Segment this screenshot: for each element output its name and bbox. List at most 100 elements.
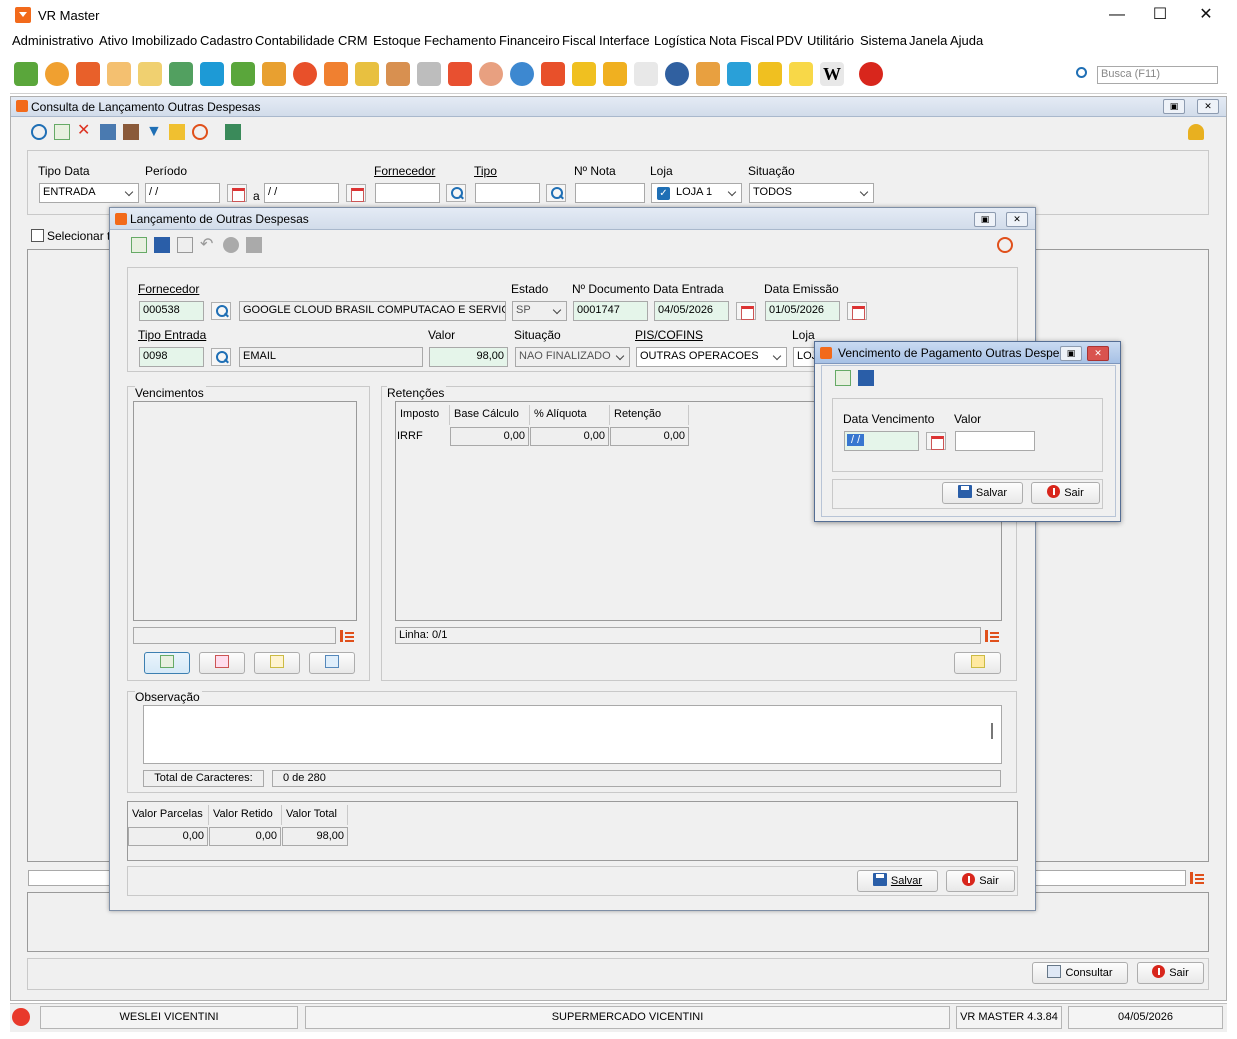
label-pis-cofins[interactable]: PIS/COFINS: [635, 328, 703, 342]
lancamento-sair-button[interactable]: Sair: [946, 870, 1015, 892]
cell-aliquota[interactable]: 0,00: [530, 427, 609, 446]
menu-ajuda[interactable]: Ajuda: [950, 33, 983, 48]
dialog-close-button[interactable]: ✕: [1087, 346, 1109, 361]
lookup-icon[interactable]: [446, 184, 466, 202]
undo-icon[interactable]: ↶: [200, 237, 216, 253]
lock-icon[interactable]: [758, 62, 782, 86]
restore-button[interactable]: ▣: [1060, 346, 1082, 361]
vencimento-salvar-button[interactable]: Salvar: [942, 482, 1023, 504]
minimize-button[interactable]: —: [1094, 4, 1140, 26]
table-row[interactable]: IRRF 0,00 0,00 0,00: [396, 427, 689, 447]
print-icon[interactable]: [100, 124, 116, 140]
periodo-fim-field[interactable]: / /: [264, 183, 339, 203]
mail-icon[interactable]: [789, 62, 813, 86]
hierarchy-icon[interactable]: [262, 62, 286, 86]
frame-close-button[interactable]: ✕: [1197, 99, 1219, 114]
exit-icon[interactable]: [859, 62, 883, 86]
pis-cofins-select[interactable]: OUTRAS OPERACOES: [636, 347, 787, 367]
valor-vencimento-field[interactable]: [955, 431, 1035, 451]
document-coin-icon[interactable]: [138, 62, 162, 86]
hand-money-icon[interactable]: [107, 62, 131, 86]
support-icon[interactable]: [479, 62, 503, 86]
menu-sistema[interactable]: Sistema: [860, 33, 907, 48]
lookup-icon[interactable]: [211, 302, 231, 320]
add-icon[interactable]: [835, 370, 851, 386]
selecionar-todos-checkbox[interactable]: [31, 229, 44, 242]
restore-button[interactable]: ▣: [974, 212, 996, 227]
menu-ativo-imobilizado[interactable]: Ativo Imobilizado: [99, 33, 197, 48]
cart-icon[interactable]: [417, 62, 441, 86]
sort-icon[interactable]: [339, 628, 355, 644]
th-base-calculo[interactable]: Base Cálculo: [450, 405, 530, 425]
menu-financeiro[interactable]: Financeiro: [499, 33, 560, 48]
truck-icon[interactable]: [324, 62, 348, 86]
delete-icon[interactable]: ✕: [77, 123, 93, 139]
add-icon[interactable]: [54, 124, 70, 140]
remove-vencimento-button[interactable]: [199, 652, 245, 674]
vencimentos-grid[interactable]: [133, 401, 357, 621]
megaphone-icon[interactable]: [448, 62, 472, 86]
frame-close-button[interactable]: ✕: [1006, 212, 1028, 227]
valor-field[interactable]: 98,00: [429, 347, 508, 367]
globe-icon[interactable]: [665, 62, 689, 86]
consulta-sair-button[interactable]: Sair: [1137, 962, 1204, 984]
folder-in-icon[interactable]: [572, 62, 596, 86]
consultar-icon[interactable]: [31, 124, 47, 140]
cell-base[interactable]: 0,00: [450, 427, 529, 446]
archive-icon[interactable]: [246, 237, 262, 253]
copy-icon[interactable]: [177, 237, 193, 253]
th-retencao[interactable]: Retenção: [610, 405, 689, 425]
checkbox-checked-icon[interactable]: ✓: [657, 187, 670, 200]
calendar-icon[interactable]: [847, 302, 867, 320]
menu-crm[interactable]: CRM: [338, 33, 368, 48]
tools-icon[interactable]: [123, 124, 139, 140]
monitor-icon[interactable]: [76, 62, 100, 86]
data-entrada-field[interactable]: 04/05/2026: [654, 301, 729, 321]
timer-icon[interactable]: [997, 237, 1013, 253]
sort-icon[interactable]: [1189, 870, 1205, 886]
wiki-icon[interactable]: W: [820, 62, 844, 86]
tipo-entrada-codigo-field[interactable]: 0098: [139, 347, 204, 367]
retencao-action-button[interactable]: [954, 652, 1001, 674]
maximize-button[interactable]: ☐: [1137, 4, 1183, 26]
calendar-icon[interactable]: [736, 302, 756, 320]
add-icon[interactable]: [131, 237, 147, 253]
situacao-select[interactable]: NAO FINALIZADO: [515, 347, 630, 367]
menu-utilitario[interactable]: Utilitário: [807, 33, 854, 48]
transfer-money-icon[interactable]: [696, 62, 720, 86]
fornecedor-codigo-field[interactable]: 000538: [139, 301, 204, 321]
th-aliquota[interactable]: % Alíquota: [530, 405, 610, 425]
sort-icon[interactable]: [984, 628, 1000, 644]
user-icon[interactable]: [45, 62, 69, 86]
documento-field[interactable]: 0001747: [573, 301, 648, 321]
menu-interface[interactable]: Interface: [599, 33, 650, 48]
label-tipo-entrada[interactable]: Tipo Entrada: [138, 328, 206, 342]
menu-estoque[interactable]: Estoque: [373, 33, 421, 48]
menu-pdv[interactable]: PDV: [776, 33, 803, 48]
nota-field[interactable]: [575, 183, 645, 203]
edit-vencimento-button[interactable]: [254, 652, 300, 674]
add-vencimento-button[interactable]: [144, 652, 190, 674]
menu-janela[interactable]: Janela: [909, 33, 947, 48]
label-fornecedor[interactable]: Fornecedor: [374, 164, 435, 178]
menu-contabilidade[interactable]: Contabilidade: [255, 33, 335, 48]
menu-fiscal[interactable]: Fiscal: [562, 33, 596, 48]
box-remove-icon[interactable]: [386, 62, 410, 86]
tipo-field[interactable]: [475, 183, 540, 203]
checklist-icon[interactable]: [231, 62, 255, 86]
menu-nota-fiscal[interactable]: Nota Fiscal: [709, 33, 774, 48]
cell-retencao[interactable]: 0,00: [610, 427, 689, 446]
lookup-icon[interactable]: [211, 348, 231, 366]
cash-register-icon[interactable]: [541, 62, 565, 86]
observacao-textarea[interactable]: [143, 705, 1002, 764]
restore-button[interactable]: ▣: [1163, 99, 1185, 114]
tipo-data-select[interactable]: ENTRADA: [39, 183, 139, 203]
th-imposto[interactable]: Imposto: [396, 405, 450, 425]
lookup-icon[interactable]: [546, 184, 566, 202]
key-icon[interactable]: [1188, 124, 1204, 140]
vencimento-sair-button[interactable]: Sair: [1031, 482, 1100, 504]
periodo-inicio-field[interactable]: / /: [145, 183, 220, 203]
save-icon[interactable]: [858, 370, 874, 386]
data-vencimento-field[interactable]: / /: [844, 431, 919, 451]
edit-icon[interactable]: [169, 124, 185, 140]
